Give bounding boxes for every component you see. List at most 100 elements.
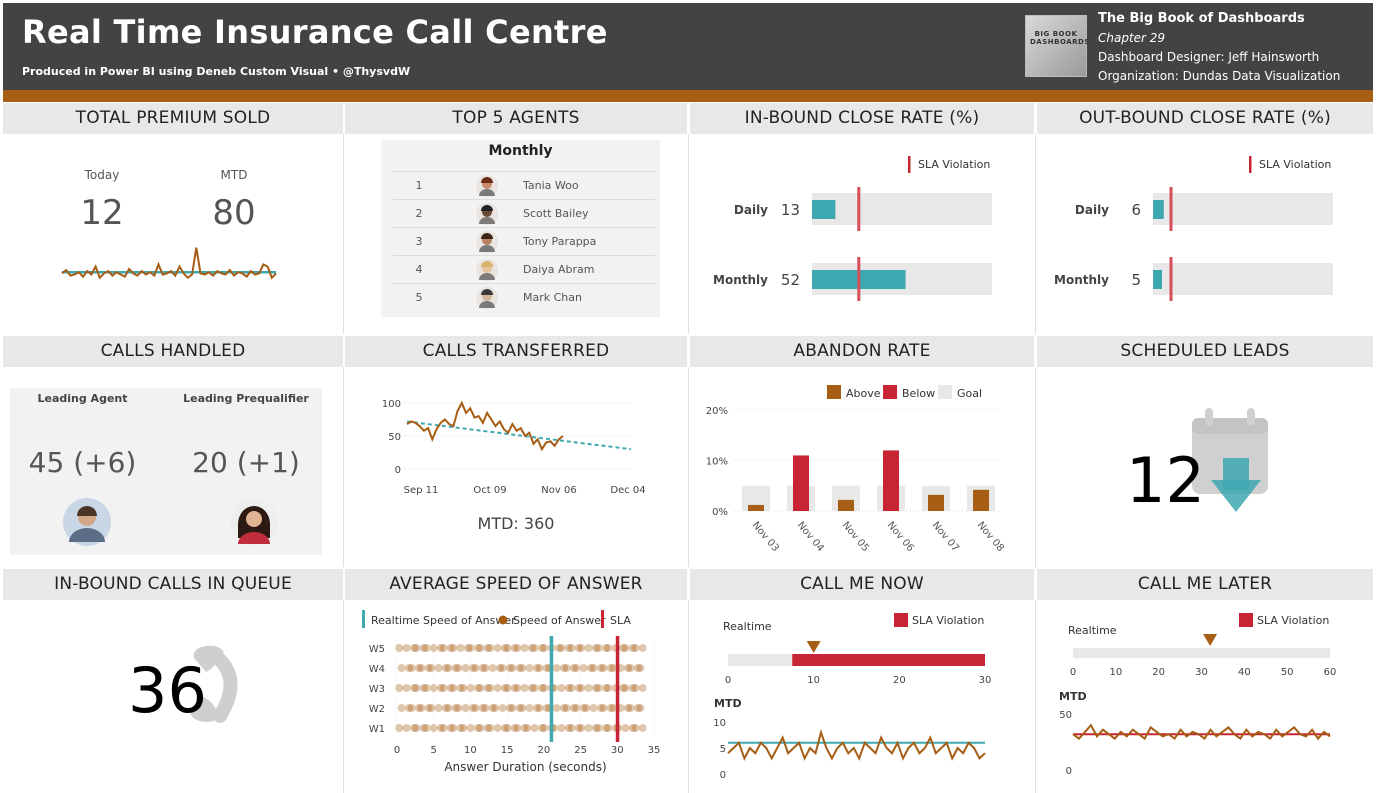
speed-point [473,644,482,652]
x-tick-label: 0 [725,675,731,686]
designer-label: Dashboard Designer: Jeff Hainsworth [1098,50,1320,64]
row-label: Daily [734,203,768,217]
speed-point [464,644,473,652]
speed-point [446,724,455,732]
speed-point [624,664,632,672]
top-agents-table-title: Monthly [488,143,553,159]
x-tick-label: 60 [1324,667,1337,678]
trend-line [406,420,632,451]
tile-title-call-me-later: CALL ME LATER [1037,569,1373,600]
tile-title-outbound-close: OUT-BOUND CLOSE RATE (%) [1037,103,1373,134]
legend-swatch [938,385,952,399]
x-tick-label: Nov 08 [975,520,1006,554]
speed-point [510,724,519,732]
speed-point [456,684,465,692]
speed-point [515,704,524,712]
agent-name: Tony Parappa [523,235,597,248]
calls-transferred-chart: 0 50 100 Sep 11 Oct 09 Nov 06 Dec 04 [382,399,646,496]
speed-point [456,644,465,652]
speed-point [638,684,647,692]
speed-point [496,664,505,672]
realtime-label: Realtime [723,620,772,633]
leading-prequalifier-value: 20 (+1) [192,446,300,479]
speed-point [587,664,596,672]
x-tick-label: 35 [648,745,661,756]
tile-title-total-premium: TOTAL PREMIUM SOLD [3,103,343,134]
sla-marker [615,636,620,742]
value-bar [883,450,899,511]
speed-point [589,704,598,712]
legend-label: Realtime Speed of Answer [371,614,516,627]
y-tick-label: W4 [369,664,385,675]
speed-point [633,704,642,712]
speed-point [579,704,588,712]
speed-point [493,684,502,692]
premium-sparkline [61,247,277,280]
mtd-label: MTD [220,168,248,182]
row-value: 13 [781,201,800,219]
speed-point [515,664,524,672]
legend-swatch [362,610,365,628]
speed-point [520,644,529,652]
y-tick-label: 10% [706,457,728,468]
avatar-icon [476,231,498,253]
x-tick-label: Nov 04 [795,520,826,554]
realtime-marker [549,636,554,742]
speed-point [601,724,610,732]
call-me-now-chart: Realtime SLA Violation 0 10 20 30 MTD 0 5 10 [713,613,992,781]
row-label: Monthly [1054,273,1109,287]
agent-rank: 1 [415,179,423,192]
speed-point [606,664,615,672]
speed-point [395,724,404,732]
table-row: 5 Mark Chan [393,283,655,312]
today-label: Today [84,168,120,182]
speed-point [419,724,428,732]
speed-point [483,684,492,692]
speed-point [638,724,647,732]
tile-title-calls-handled: CALLS HANDLED [3,336,343,367]
bar-track [1153,193,1333,225]
avatar-icon [476,287,498,309]
y-tick-label: 0% [712,507,728,518]
speed-point [451,704,460,712]
inbound-close-chart: SLA Violation Daily 13 Monthly 52 [713,156,992,301]
avatar-icon [476,203,498,225]
speed-of-answer-chart: Realtime Speed of AnswerSpeed of Answer S… [362,610,661,774]
y-tick-label: W3 [369,684,385,695]
speed-point [525,664,534,672]
speed-point [579,664,588,672]
x-tick-label: 30 [979,675,992,686]
bar-track [1073,648,1330,658]
speed-point [493,724,502,732]
speed-point [429,684,438,692]
legend-label: SLA Violation [912,614,984,627]
speed-point [461,664,470,672]
divider [1035,600,1036,793]
sla-legend-label: SLA Violation [1259,158,1331,171]
table-row: 2 Scott Bailey [393,199,655,228]
avatar-icon [476,259,498,281]
x-tick-label: 0 [1070,667,1076,678]
agent-name: Tania Woo [523,179,579,192]
divider [1035,367,1036,567]
speed-point [555,644,564,652]
speed-point [501,724,509,732]
speed-point [488,704,497,712]
tile-title-call-me-now: CALL ME NOW [690,569,1034,600]
speed-point [395,684,404,692]
x-tick-label: 20 [893,675,906,686]
speed-point [410,684,418,692]
y-tick-label: 0 [395,465,401,476]
speed-point [569,664,578,672]
abandon-rate-chart: Above Below Goal 0% 10% 20% Nov 03 Nov 04 Nov 05… [706,385,1006,554]
legend-label: SLA [610,614,631,627]
speed-point [424,664,433,672]
scheduled-leads-value: 12 [1126,444,1205,517]
today-value: 12 [80,193,124,233]
value-bar [1153,200,1164,219]
x-tick-label: 10 [1109,667,1122,678]
speed-point [537,644,546,652]
speed-point [542,704,551,712]
value-bar [973,489,989,511]
x-tick-label: Nov 03 [750,520,781,554]
